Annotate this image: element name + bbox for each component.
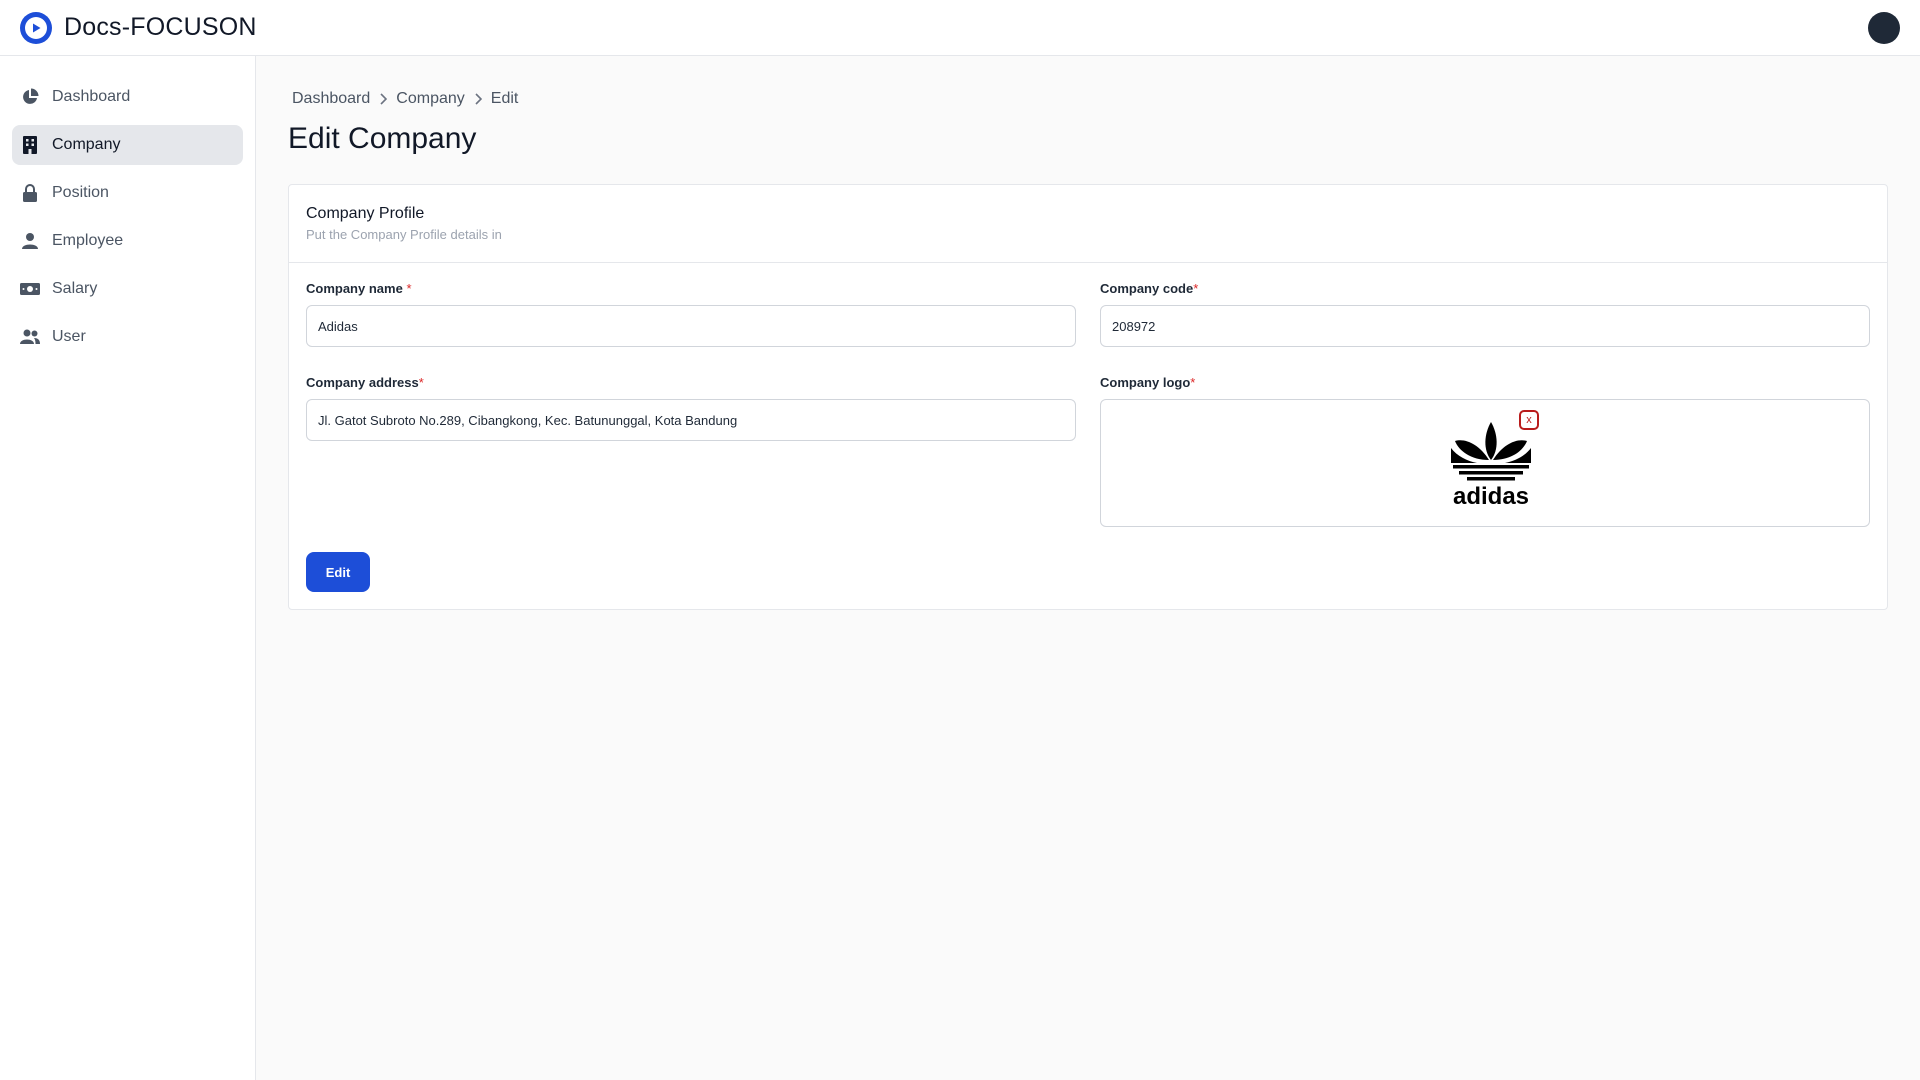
breadcrumb-dashboard[interactable]: Dashboard	[292, 90, 370, 108]
breadcrumb-current: Edit	[490, 90, 519, 107]
chevron-right-icon	[379, 93, 388, 105]
company-profile-card: Company Profile Put the Company Profile …	[288, 184, 1888, 610]
brand[interactable]: Docs-FOCUSON	[20, 11, 257, 44]
sidebar-item-label: Employee	[52, 232, 124, 249]
company-name-field: Company name * Adidas	[306, 281, 1076, 347]
card-subtitle: Put the Company Profile details in	[306, 227, 502, 242]
label-text: Company code	[1100, 281, 1194, 296]
sidebar-item-label: Position	[52, 184, 109, 201]
person-icon	[20, 231, 40, 251]
sidebar-item-dashboard[interactable]: Dashboard	[12, 77, 243, 117]
company-address-input[interactable]: Jl. Gatot Subroto No.289, Cibangkong, Ke…	[306, 399, 1076, 441]
sidebar-item-label: Company	[52, 136, 121, 153]
required-mark: *	[1190, 375, 1196, 390]
logo-upload-box[interactable]: adidas x	[1100, 399, 1870, 527]
breadcrumb: Dashboard Company Edit	[292, 90, 518, 108]
sidebar: Dashboard Company Position Employee Sala…	[0, 56, 256, 1080]
money-icon	[20, 279, 40, 299]
label-text: Company logo	[1100, 375, 1191, 390]
sidebar-item-label: User	[52, 328, 86, 345]
label-text: Company name	[306, 281, 403, 296]
required-mark: *	[406, 281, 412, 296]
sidebar-item-position[interactable]: Position	[12, 173, 243, 213]
required-mark: *	[1193, 281, 1199, 296]
company-name-input[interactable]: Adidas	[306, 305, 1076, 347]
card-title: Company Profile	[306, 205, 425, 222]
company-code-field: Company code* 208972	[1100, 281, 1870, 347]
edit-button[interactable]: Edit	[306, 552, 370, 592]
company-logo-field: Company logo* adidas x	[1100, 375, 1870, 527]
sidebar-item-label: Dashboard	[52, 88, 131, 105]
lock-icon	[20, 183, 40, 203]
chevron-right-icon	[474, 93, 482, 105]
company-code-label: Company code*	[1100, 281, 1870, 296]
sidebar-item-user[interactable]: User	[12, 317, 243, 357]
label-text: Company address	[306, 375, 419, 390]
card-header: Company Profile Put the Company Profile …	[289, 185, 1887, 263]
company-name-label: Company name *	[306, 281, 1076, 296]
required-mark: *	[418, 375, 424, 390]
top-bar: Docs-FOCUSON	[0, 0, 1920, 56]
company-logo-label: Company logo*	[1100, 375, 1870, 390]
remove-logo-button[interactable]: x	[1519, 410, 1539, 430]
sidebar-item-company[interactable]: Company	[12, 125, 243, 165]
company-code-input[interactable]: 208972	[1100, 305, 1870, 347]
sidebar-item-label: Salary	[52, 280, 98, 297]
sidebar-item-employee[interactable]: Employee	[12, 221, 243, 261]
pie-chart-icon	[20, 87, 40, 107]
user-avatar[interactable]	[1868, 12, 1900, 44]
users-icon	[20, 327, 40, 347]
breadcrumb-company[interactable]: Company	[396, 90, 464, 108]
page-title: Edit Company	[288, 122, 477, 155]
company-address-label: Company address*	[306, 375, 1076, 390]
sidebar-item-salary[interactable]: Salary	[12, 269, 243, 309]
adidas-logo-image: adidas	[1451, 422, 1531, 508]
play-logo-icon	[20, 11, 52, 44]
company-address-field: Company address* Jl. Gatot Subroto No.28…	[306, 375, 1076, 441]
app-title: Docs-FOCUSON	[64, 13, 257, 41]
building-icon	[20, 135, 40, 155]
logo-wordmark: adidas	[1453, 483, 1529, 508]
